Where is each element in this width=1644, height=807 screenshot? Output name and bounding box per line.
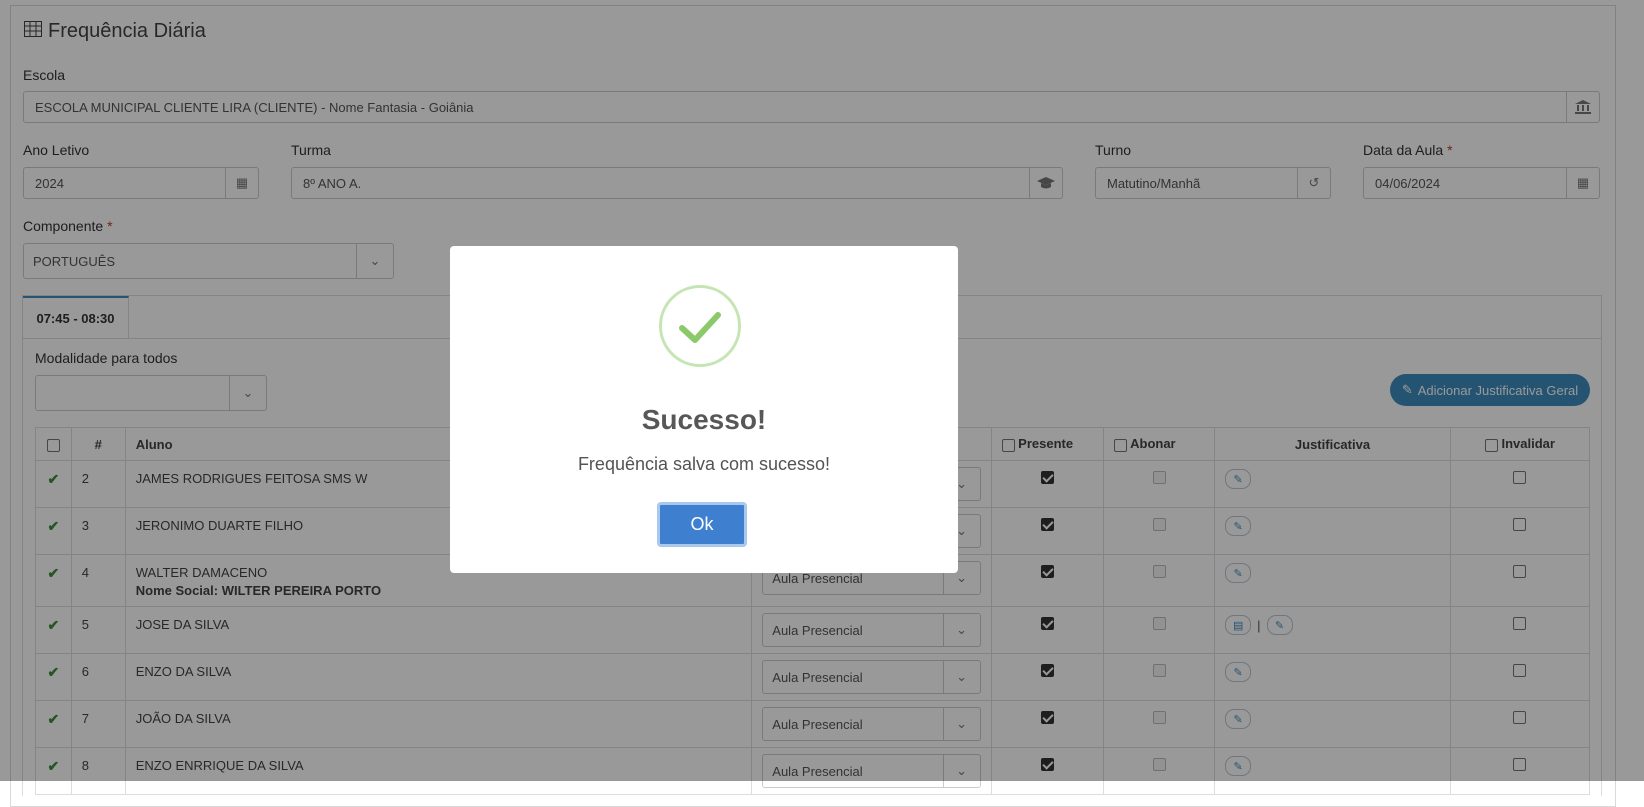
dialog-title: Sucesso!	[641, 404, 767, 435]
modal-backdrop[interactable]: Sucesso! Frequência salva com sucesso! O…	[0, 0, 1644, 781]
success-dialog: Sucesso! Frequência salva com sucesso! O…	[450, 246, 958, 573]
ok-button[interactable]: Ok	[657, 502, 747, 547]
success-check-icon	[659, 285, 741, 367]
dialog-message: Frequência salva com sucesso!	[577, 454, 831, 474]
